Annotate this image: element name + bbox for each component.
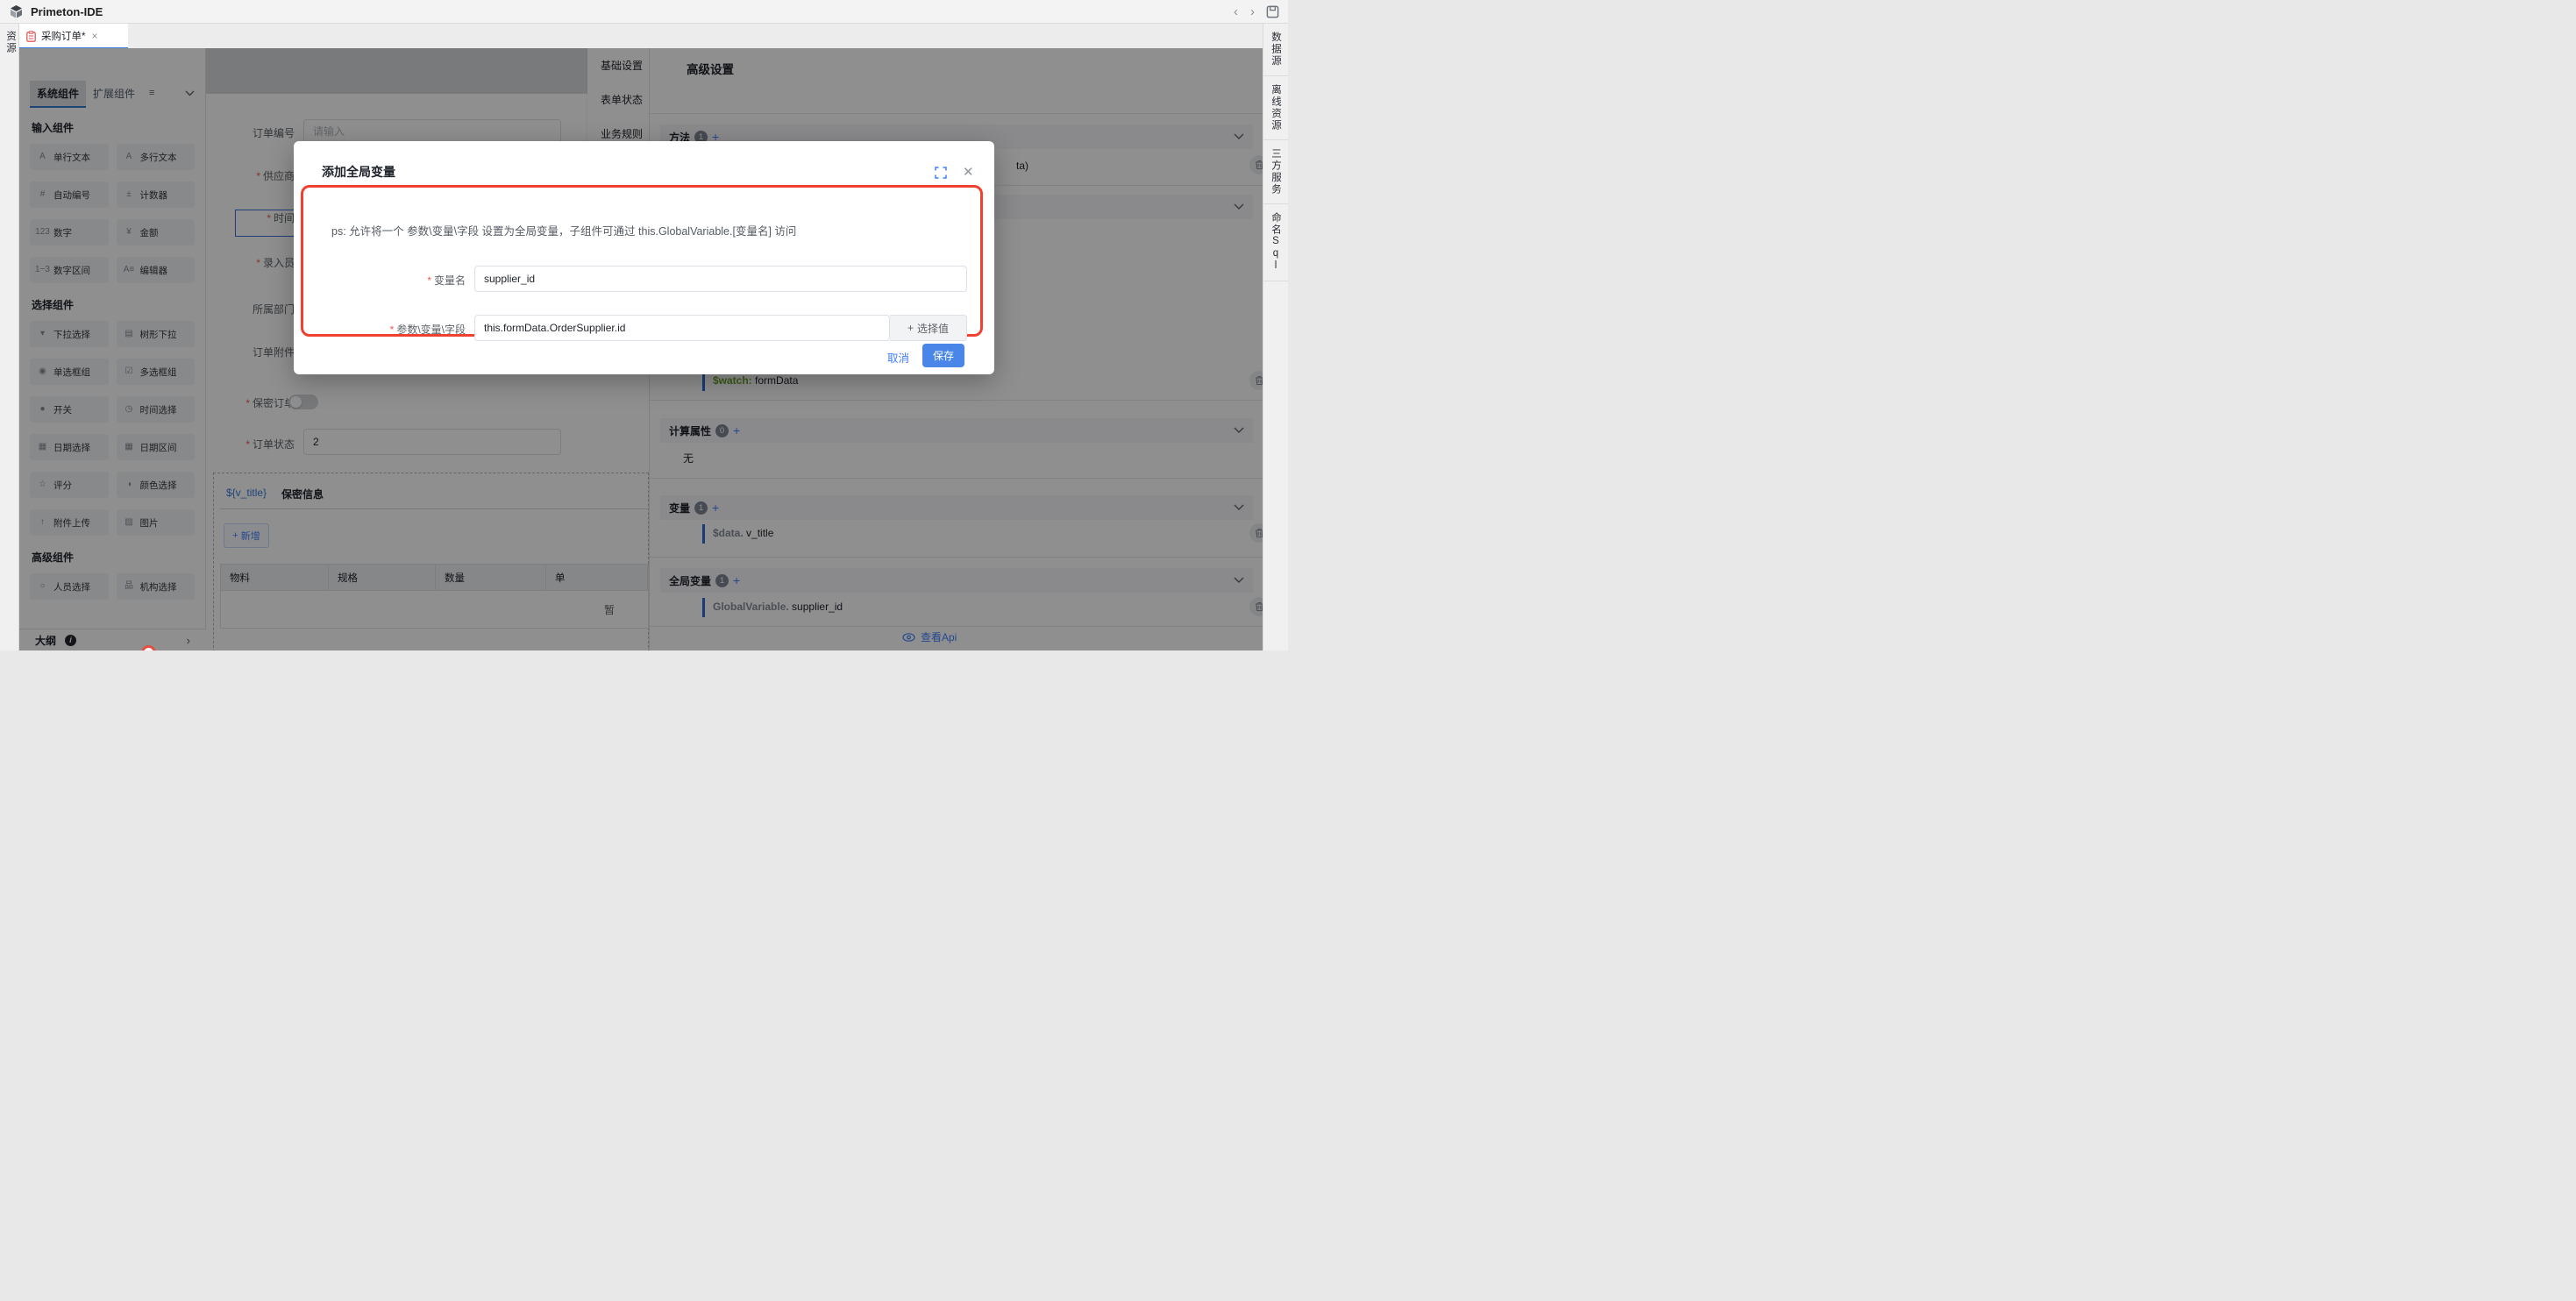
source-field-input[interactable] — [474, 315, 890, 341]
save-button[interactable]: 保存 — [922, 344, 964, 367]
fullscreen-icon[interactable] — [935, 167, 947, 179]
right-dock-tab[interactable]: 数据源 — [1263, 24, 1288, 76]
close-icon[interactable]: ✕ — [963, 164, 974, 180]
app-title: Primeton-IDE — [31, 5, 103, 18]
highlighted-form-area: ps: 允许将一个 参数\变量\字段 设置为全局变量，子组件可通过 this.G… — [301, 185, 983, 337]
nav-forward-icon[interactable]: › — [1244, 5, 1261, 18]
editor-tab-bar: 采购订单* × — [19, 24, 1263, 48]
tab-close-icon[interactable]: × — [91, 30, 97, 42]
right-dock-tab[interactable]: 离线资源 — [1263, 76, 1288, 140]
add-global-variable-dialog: 添加全局变量 ✕ ps: 允许将一个 参数\变量\字段 设置为全局变量，子组件可… — [294, 141, 994, 374]
right-dock-strip: 数据源 离线资源 三方服务 命名Sql — [1263, 24, 1288, 650]
app-logo-icon — [9, 4, 24, 19]
title-bar: Primeton-IDE ‹ › — [0, 0, 1288, 24]
right-dock-tab[interactable]: 三方服务 — [1263, 140, 1288, 204]
app-window: Primeton-IDE ‹ › 资源 数据源 离线资源 三方服务 命名Sql — [0, 0, 1288, 650]
left-dock-strip: 资源 — [0, 24, 19, 650]
dock-tab-resources[interactable]: 资源 — [4, 31, 18, 54]
dialog-title: 添加全局变量 — [322, 163, 395, 181]
source-field-label: *参数\变量\字段 — [325, 322, 466, 337]
variable-name-label: *变量名 — [325, 273, 466, 288]
document-icon — [26, 31, 36, 42]
variable-name-input[interactable] — [474, 266, 967, 292]
select-value-button[interactable]: +选择值 — [890, 315, 967, 341]
tab-purchase-order[interactable]: 采购订单* × — [19, 24, 128, 48]
nav-back-icon[interactable]: ‹ — [1228, 5, 1244, 18]
tab-label: 采购订单* — [41, 29, 85, 43]
cancel-button[interactable]: 取消 — [887, 349, 909, 366]
dialog-note: ps: 允许将一个 参数\变量\字段 设置为全局变量，子组件可通过 this.G… — [331, 222, 963, 238]
right-dock-tab[interactable]: 命名Sql — [1263, 204, 1288, 281]
save-icon[interactable] — [1266, 5, 1279, 18]
